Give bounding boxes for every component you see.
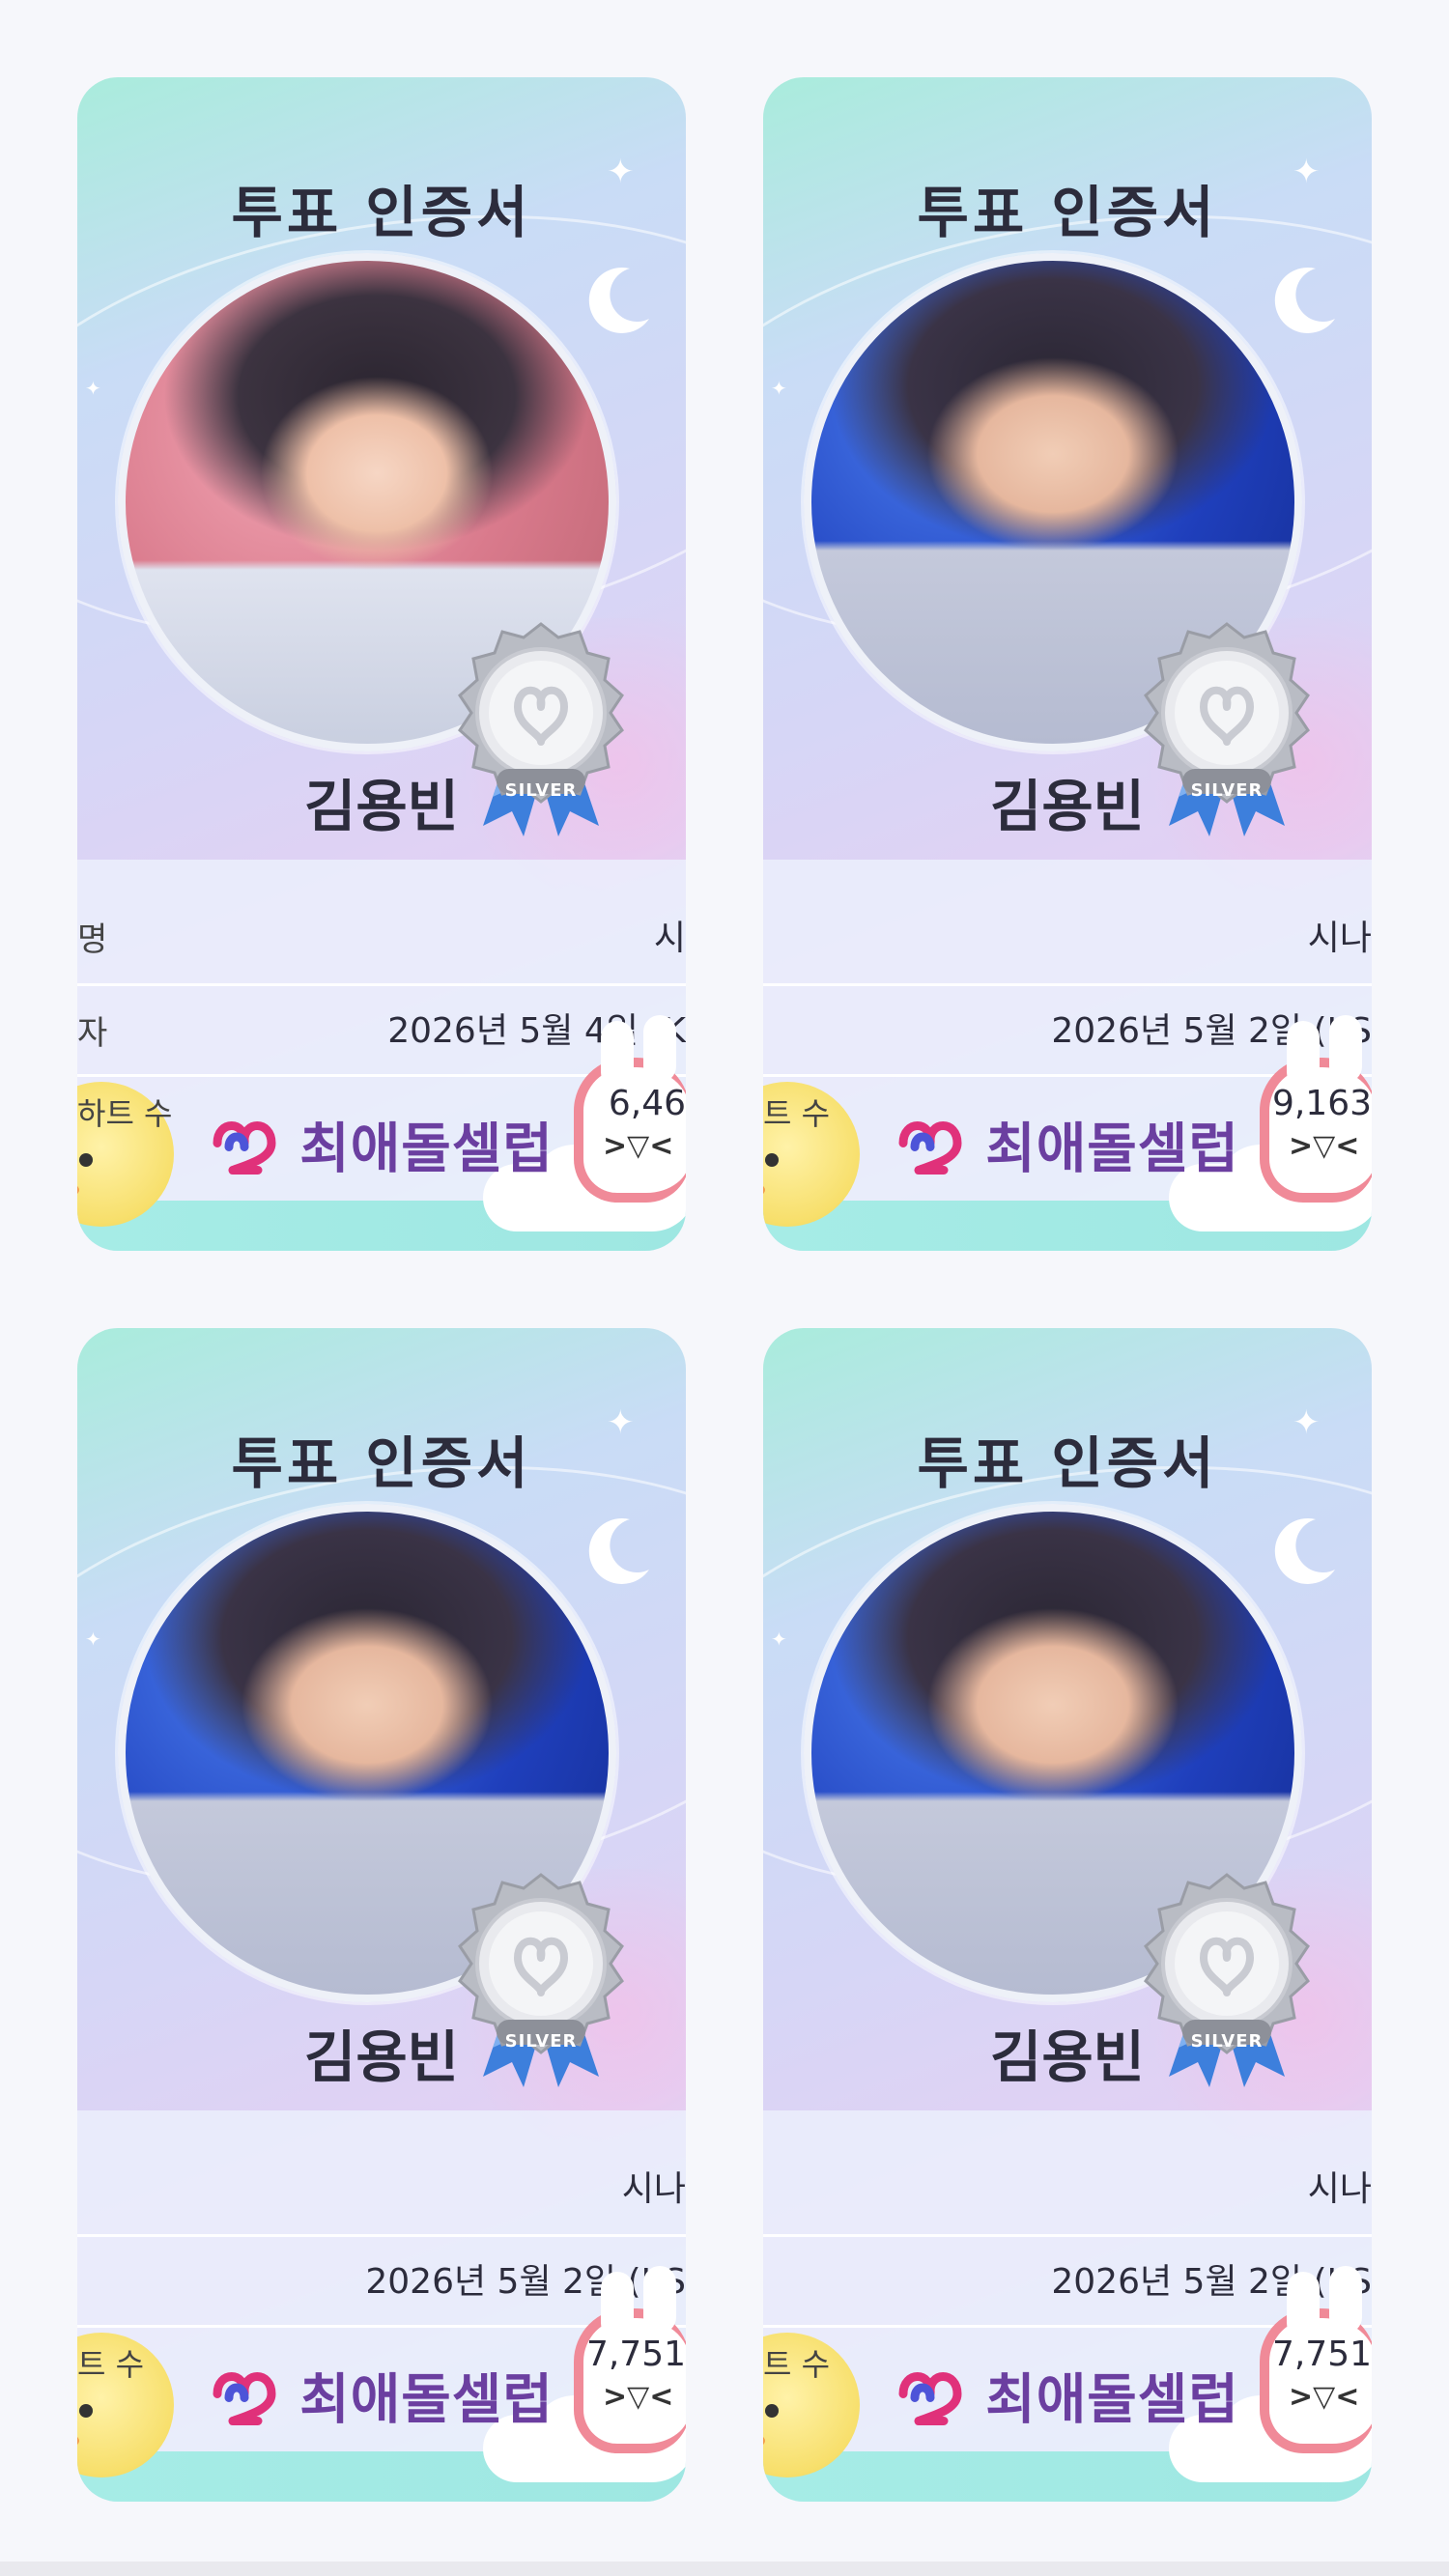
row-value: 시 [653, 919, 686, 958]
row-divider [763, 2234, 1372, 2237]
silver-medal-icon: SILVER [1130, 1869, 1323, 2091]
sparkle-icon: ✦ [771, 1628, 787, 1651]
vote-certificate-card: ✦ ✦ 투표 인증서 SILVER 김용빈 시나 2026년 5월 2일 (KS [763, 1328, 1372, 2502]
brand-watermark: 최애돌셀럽 [77, 1106, 686, 1184]
sparkle-icon: ✦ [85, 1628, 101, 1651]
moon-icon [1265, 1512, 1343, 1593]
medal-label: SILVER [504, 780, 578, 801]
medal-label: SILVER [504, 2031, 578, 2052]
brand-heart-logo-icon [210, 1114, 285, 1175]
medal-label: SILVER [1190, 780, 1264, 801]
brand-heart-logo-icon [895, 1114, 971, 1175]
certificate-title: 투표 인증서 [231, 180, 532, 245]
brand-watermark: 최애돌셀럽 [763, 2357, 1372, 2435]
vote-certificate-card: ✦ ✦ 투표 인증서 SILVER 김용빈 명 시 자 2026년 5월 4일 … [77, 77, 686, 1251]
medal-label: SILVER [1190, 2031, 1264, 2052]
vote-certificate-card: ✦ ✦ 투표 인증서 SILVER 김용빈 시나 2026년 5월 2일 (KS [77, 1328, 686, 2502]
certificate-title: 투표 인증서 [917, 1430, 1218, 1496]
moon-icon [1265, 261, 1343, 342]
silver-medal-icon: SILVER [1130, 618, 1323, 840]
sparkle-icon: ✦ [85, 377, 101, 400]
brand-name: 최애돌셀럽 [985, 2368, 1239, 2432]
moon-icon [580, 261, 657, 342]
row-value: 시나 [621, 2169, 686, 2209]
row-value: 시나 [1307, 2169, 1372, 2209]
row-label: 명 [77, 920, 108, 959]
brand-name: 최애돌셀럽 [299, 2368, 554, 2432]
brand-heart-logo-icon [210, 2364, 285, 2426]
vote-certificate-card: ✦ ✦ 투표 인증서 SILVER 김용빈 시나 2026년 5월 2일 (KS [763, 77, 1372, 1251]
certificate-footer: >▽< 트 수 9,163 최애돌셀럽 [763, 1015, 1372, 1251]
silver-medal-icon: SILVER [444, 1869, 638, 2091]
brand-watermark: 최애돌셀럽 [77, 2357, 686, 2435]
certificate-footer: >▽< 트 수 7,751 최애돌셀럽 [77, 2266, 686, 2502]
silver-medal-icon: SILVER [444, 618, 638, 840]
certificate-footer: >▽< 하트 수 6,46 최애돌셀럽 [77, 1015, 686, 1251]
certificate-title: 투표 인증서 [231, 1430, 532, 1496]
row-value: 시나 [1307, 919, 1372, 958]
row-divider [77, 2234, 686, 2237]
row-divider [77, 983, 686, 986]
certificate-footer: >▽< 트 수 7,751 최애돌셀럽 [763, 2266, 1372, 2502]
brand-name: 최애돌셀럽 [299, 1118, 554, 1181]
brand-heart-logo-icon [895, 2364, 971, 2426]
sparkle-icon: ✦ [771, 377, 787, 400]
brand-name: 최애돌셀럽 [985, 1118, 1239, 1181]
row-divider [763, 983, 1372, 986]
moon-icon [580, 1512, 657, 1593]
brand-watermark: 최애돌셀럽 [763, 1106, 1372, 1184]
certificate-title: 투표 인증서 [917, 180, 1218, 245]
bottom-divider [0, 2562, 1449, 2576]
